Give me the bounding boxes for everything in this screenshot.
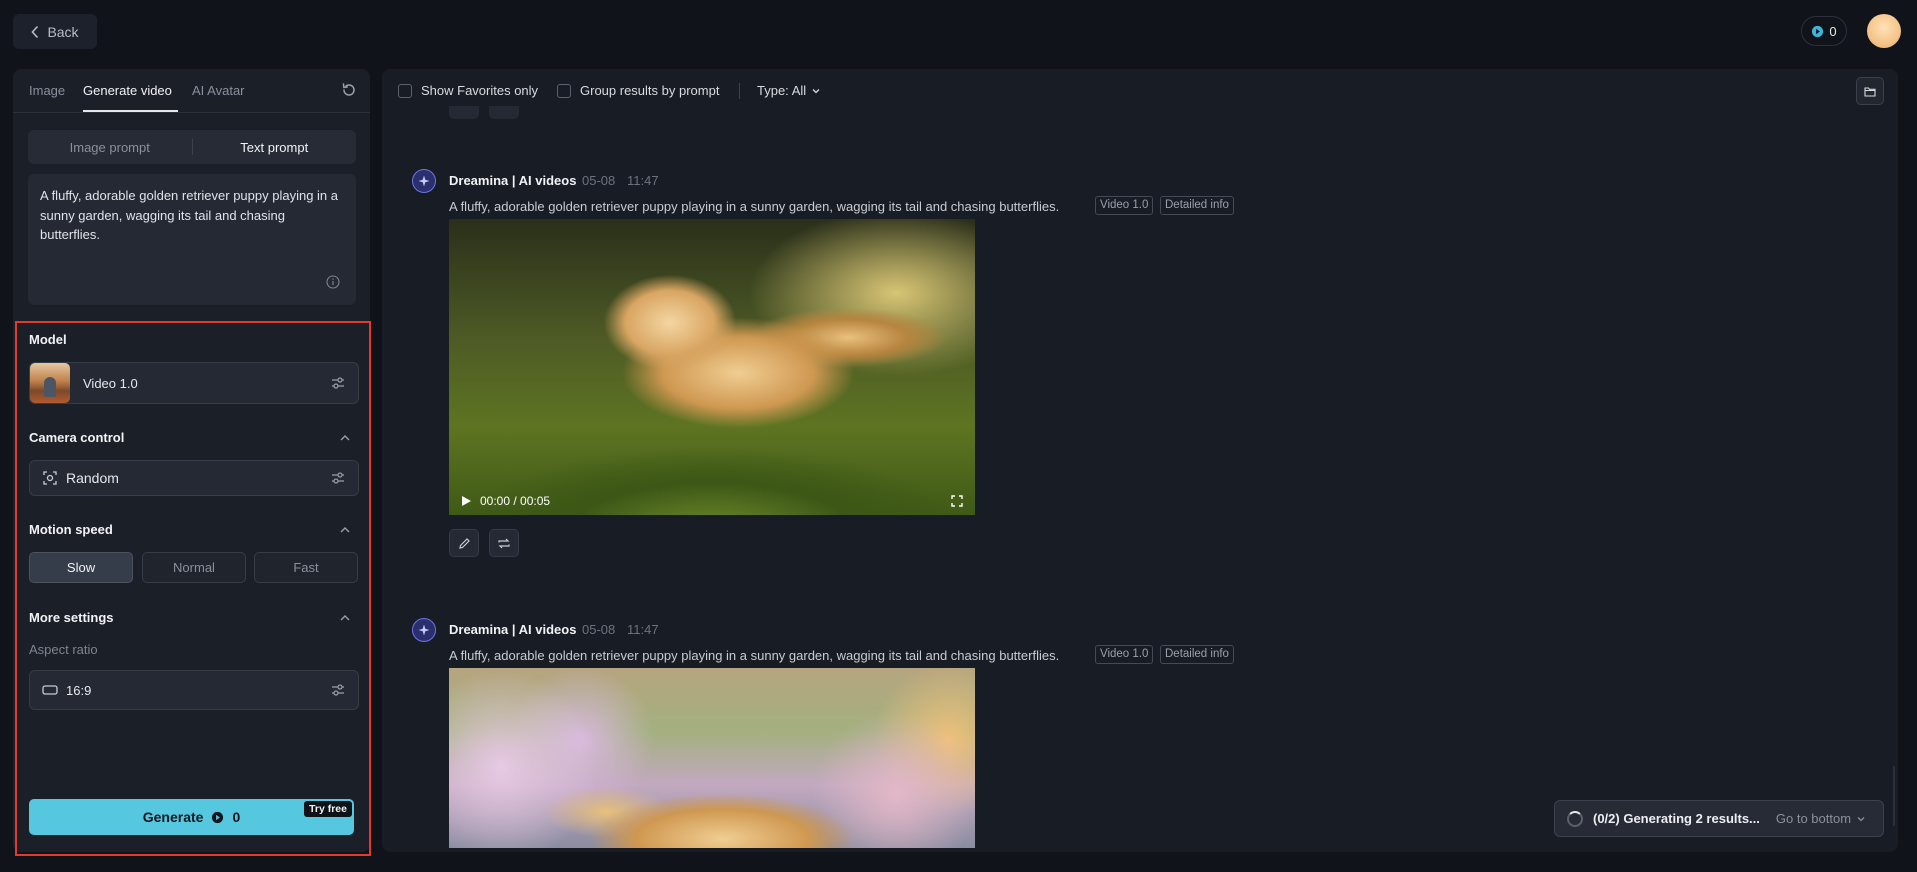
filter-bar: Show Favorites only Group results by pro… (382, 69, 1898, 113)
video-frame (449, 219, 975, 515)
model-thumbnail (30, 363, 70, 403)
type-dropdown[interactable]: Type: All (757, 83, 821, 98)
generate-label: Generate (142, 809, 204, 825)
camera-control-selector[interactable]: Random (29, 460, 359, 496)
video-controls: 00:00 / 00:05 (449, 487, 975, 515)
group-checkbox[interactable] (557, 84, 571, 98)
speed-fast-button[interactable]: Fast (254, 552, 358, 583)
info-icon[interactable] (326, 275, 340, 289)
camera-focus-icon (43, 471, 57, 485)
fullscreen-icon[interactable] (951, 495, 963, 507)
model-value: Video 1.0 (83, 375, 138, 391)
prompt-text: A fluffy, adorable golden retriever pupp… (40, 188, 338, 242)
credits-badge[interactable]: 0 (1801, 16, 1847, 46)
results-panel: Show Favorites only Group results by pro… (382, 69, 1898, 852)
credit-coin-icon (1812, 25, 1824, 37)
speed-slow-button[interactable]: Slow (29, 552, 133, 583)
tune-icon[interactable] (330, 682, 346, 698)
chevron-down-icon (812, 88, 820, 93)
folder-button[interactable] (1856, 77, 1884, 105)
model-selector[interactable]: Video 1.0 (29, 362, 359, 404)
detailed-info-tag[interactable]: Detailed info (1160, 196, 1234, 215)
favorites-checkbox[interactable] (398, 84, 412, 98)
speed-normal-button[interactable]: Normal (142, 552, 246, 583)
dreamina-logo-icon (412, 618, 436, 642)
user-avatar[interactable] (1867, 14, 1901, 48)
result-time: 11:47 (627, 173, 659, 188)
tune-icon[interactable] (330, 470, 346, 486)
chevron-up-icon[interactable] (339, 612, 351, 624)
result-source: Dreamina | AI videos (449, 622, 577, 637)
favorites-label: Show Favorites only (421, 83, 539, 98)
result-date: 05-08 (582, 622, 616, 637)
detailed-info-tag[interactable]: Detailed info (1160, 645, 1234, 664)
prompt-mode-switch: Image prompt Text prompt (28, 130, 356, 164)
mode-tabs: Image Generate video AI Avatar (13, 69, 370, 113)
chevron-up-icon[interactable] (339, 432, 351, 444)
model-section-title: Model (29, 332, 67, 347)
refresh-icon[interactable] (340, 81, 358, 99)
chevron-left-icon (31, 25, 39, 38)
regenerate-button-previous[interactable] (489, 106, 519, 119)
tab-generate-video[interactable]: Generate video (83, 83, 172, 98)
tune-icon[interactable] (330, 375, 346, 391)
generating-status: (0/2) Generating 2 results... Go to bott… (1554, 800, 1884, 837)
prompt-textarea[interactable]: A fluffy, adorable golden retriever pupp… (28, 174, 356, 305)
scrollbar[interactable] (1893, 766, 1895, 826)
dreamina-logo-icon (412, 169, 436, 193)
go-to-bottom-label: Go to bottom (1775, 811, 1852, 826)
go-to-bottom-button[interactable]: Go to bottom (1776, 811, 1866, 826)
result-video[interactable] (449, 668, 975, 848)
text-prompt-option[interactable]: Text prompt (193, 140, 357, 155)
regenerate-button[interactable] (489, 529, 519, 557)
filter-divider (739, 83, 740, 99)
model-tag[interactable]: Video 1.0 (1095, 645, 1154, 664)
repeat-icon (498, 538, 510, 548)
aspect-ratio-selector[interactable]: 16:9 (29, 670, 359, 710)
folder-icon (1864, 86, 1876, 97)
result-prompt: A fluffy, adorable golden retriever pupp… (449, 199, 1060, 214)
aspect-ratio-label: Aspect ratio (29, 642, 98, 657)
generating-text: (0/2) Generating 2 results... (1593, 811, 1760, 826)
back-label: Back (47, 23, 79, 40)
result-source: Dreamina | AI videos (449, 173, 577, 188)
camera-value: Random (66, 470, 119, 486)
back-button[interactable]: Back (13, 14, 97, 49)
try-free-badge: Try free (304, 801, 352, 817)
result-time: 11:47 (627, 622, 659, 637)
pencil-icon (458, 537, 470, 549)
credit-coin-icon (212, 811, 224, 823)
spinner-icon (1567, 810, 1583, 827)
top-bar: Back 0 (0, 0, 1917, 64)
play-icon[interactable] (461, 495, 472, 507)
chevron-up-icon[interactable] (339, 524, 351, 536)
aspect-ratio-value: 16:9 (66, 682, 92, 698)
image-prompt-option[interactable]: Image prompt (28, 140, 192, 155)
result-prompt: A fluffy, adorable golden retriever pupp… (449, 648, 1060, 663)
chevron-down-icon (1857, 816, 1865, 821)
edit-button[interactable] (449, 529, 479, 557)
group-label: Group results by prompt (580, 83, 720, 98)
result-date: 05-08 (582, 173, 616, 188)
credits-count: 0 (1829, 23, 1837, 39)
more-settings-title: More settings (29, 610, 114, 625)
video-time: 00:00 / 00:05 (480, 494, 551, 508)
video-frame (449, 668, 975, 848)
tab-image[interactable]: Image (29, 83, 65, 98)
edit-button-previous[interactable] (449, 106, 479, 119)
result-video[interactable]: 00:00 / 00:05 (449, 219, 975, 515)
type-dropdown-label: Type: All (757, 83, 807, 98)
motion-section-title: Motion speed (29, 522, 113, 537)
camera-section-title: Camera control (29, 430, 125, 445)
generate-cost: 0 (232, 809, 241, 825)
aspect-ratio-icon (42, 685, 58, 695)
tab-ai-avatar[interactable]: AI Avatar (192, 83, 245, 98)
generate-button[interactable]: Generate 0 Try free (29, 799, 354, 835)
model-tag[interactable]: Video 1.0 (1095, 196, 1154, 215)
active-tab-underline (83, 110, 178, 112)
